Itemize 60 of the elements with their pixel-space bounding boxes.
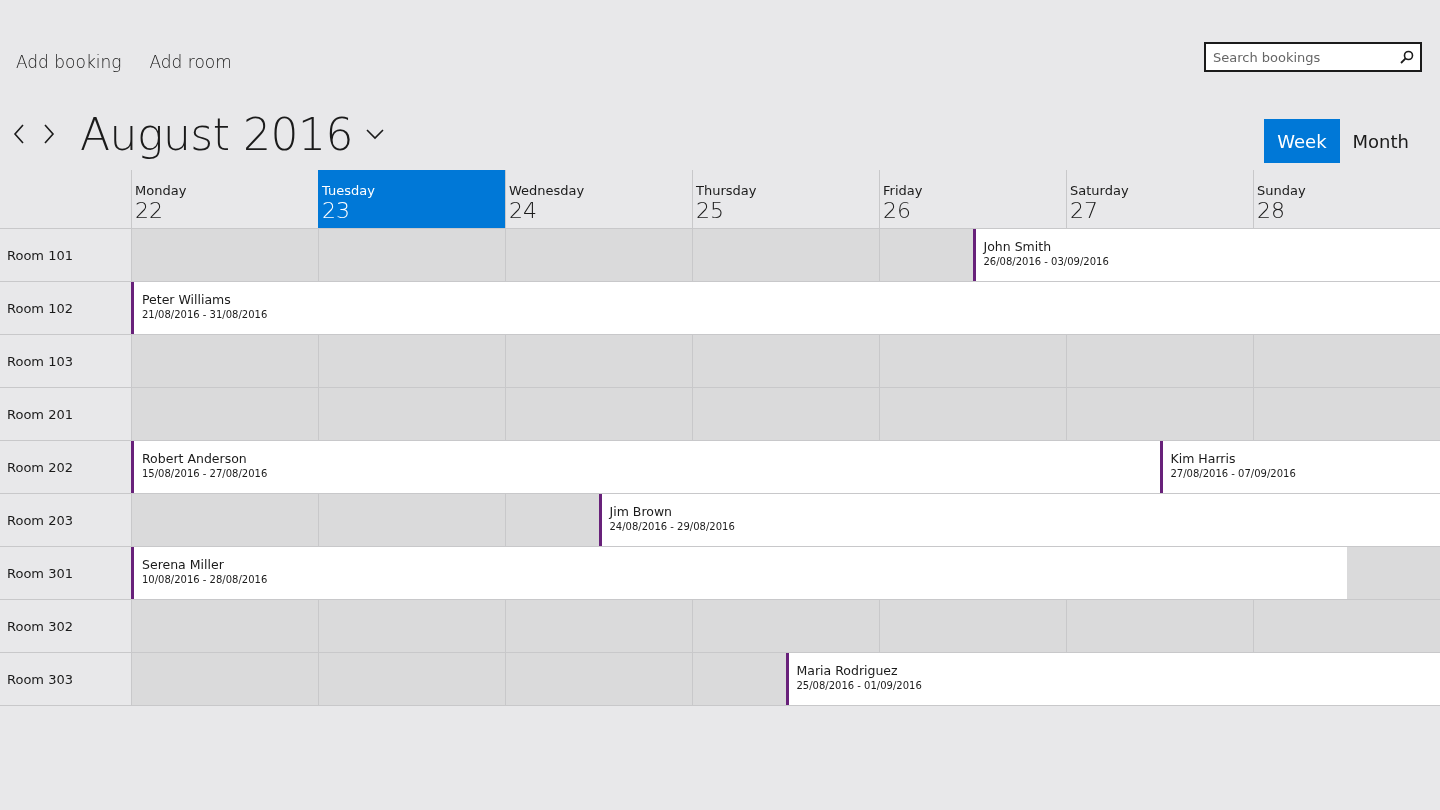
booking-dates: 25/08/2016 - 01/09/2016 bbox=[796, 680, 923, 691]
guest-name: John Smith bbox=[983, 239, 1053, 254]
booking-bar[interactable]: Peter Williams 21/08/2016 - 31/08/2016 bbox=[131, 282, 1440, 334]
room-label: Room 102 bbox=[6, 299, 74, 318]
guest-name: Kim Harris bbox=[1170, 451, 1237, 466]
guest-name: Serena Miller bbox=[142, 557, 225, 572]
search-field[interactable]: Search bookings bbox=[1204, 42, 1422, 72]
room-label: Room 202 bbox=[6, 458, 74, 477]
booking-dates: 21/08/2016 - 31/08/2016 bbox=[142, 309, 269, 320]
day-header[interactable]: Saturday 27 bbox=[1066, 170, 1253, 228]
room-label: Room 301 bbox=[6, 564, 74, 583]
day-name: Saturday bbox=[1070, 183, 1130, 198]
guest-name: Robert Anderson bbox=[142, 451, 248, 466]
day-number: 28 bbox=[1257, 198, 1286, 224]
room-label: Room 103 bbox=[6, 352, 74, 371]
month-title[interactable]: August 2016 bbox=[80, 108, 353, 160]
toolbar-button[interactable]: Add booking bbox=[6, 50, 132, 74]
search-icon[interactable] bbox=[1400, 50, 1414, 64]
booking-bar[interactable]: Serena Miller 10/08/2016 - 28/08/2016 bbox=[131, 547, 1347, 599]
day-name: Sunday bbox=[1257, 183, 1307, 198]
view-tab[interactable]: Month bbox=[1339, 119, 1422, 163]
day-header[interactable]: Friday 26 bbox=[879, 170, 1066, 228]
day-number: 23 bbox=[322, 198, 351, 224]
chevron-left-icon bbox=[12, 123, 26, 145]
day-number: 27 bbox=[1070, 198, 1099, 224]
room-label: Room 201 bbox=[6, 405, 74, 424]
booking-dates: 10/08/2016 - 28/08/2016 bbox=[142, 574, 269, 585]
guest-name: Jim Brown bbox=[609, 504, 674, 519]
room-label: Room 101 bbox=[6, 246, 74, 265]
booking-dates: 27/08/2016 - 07/09/2016 bbox=[1170, 468, 1297, 479]
guest-name: Peter Williams bbox=[142, 292, 232, 307]
booking-bar[interactable]: Kim Harris 27/08/2016 - 07/09/2016 bbox=[1159, 441, 1440, 493]
chevron-right-icon bbox=[42, 123, 56, 145]
day-number: 24 bbox=[509, 198, 538, 224]
toolbar-button[interactable]: Add room bbox=[139, 50, 242, 74]
booking-bar[interactable]: Maria Rodriguez 25/08/2016 - 01/09/2016 bbox=[785, 653, 1440, 705]
day-header[interactable]: Sunday 28 bbox=[1253, 170, 1440, 228]
day-name: Wednesday bbox=[509, 183, 586, 198]
booking-dates: 24/08/2016 - 29/08/2016 bbox=[609, 521, 736, 532]
day-name: Tuesday bbox=[322, 183, 376, 198]
day-header[interactable]: Tuesday 23 bbox=[318, 170, 505, 228]
day-header[interactable]: Thursday 25 bbox=[692, 170, 879, 228]
booking-dates: 15/08/2016 - 27/08/2016 bbox=[142, 468, 269, 479]
booking-dates: 26/08/2016 - 03/09/2016 bbox=[983, 256, 1110, 267]
day-header[interactable]: Wednesday 24 bbox=[505, 170, 692, 228]
day-name: Monday bbox=[135, 183, 188, 198]
booking-bar[interactable]: Robert Anderson 15/08/2016 - 27/08/2016 bbox=[131, 441, 1160, 493]
day-number: 22 bbox=[135, 198, 164, 224]
room-label: Room 303 bbox=[6, 670, 74, 689]
day-name: Thursday bbox=[696, 183, 758, 198]
caret-icon[interactable] bbox=[364, 128, 385, 140]
room-label: Room 302 bbox=[6, 617, 74, 636]
guest-name: Maria Rodriguez bbox=[796, 663, 899, 678]
day-number: 26 bbox=[883, 198, 912, 224]
room-label: Room 203 bbox=[6, 511, 74, 530]
view-tab[interactable]: Week bbox=[1264, 119, 1340, 163]
day-name: Friday bbox=[883, 183, 924, 198]
booking-bar[interactable]: John Smith 26/08/2016 - 03/09/2016 bbox=[972, 229, 1440, 281]
day-number: 25 bbox=[696, 198, 725, 224]
booking-bar[interactable]: Jim Brown 24/08/2016 - 29/08/2016 bbox=[598, 494, 1440, 546]
